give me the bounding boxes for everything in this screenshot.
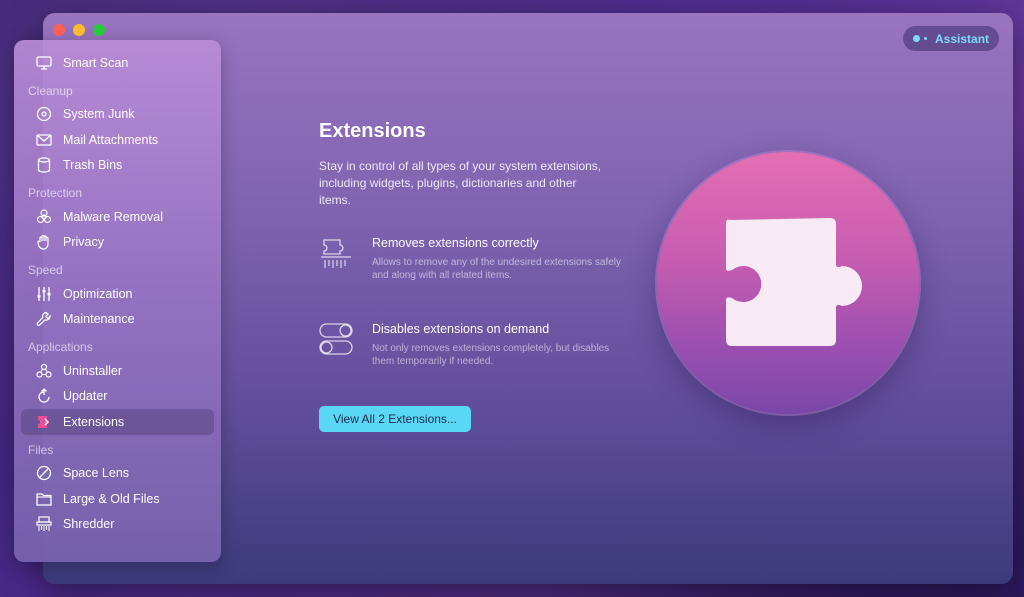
- mail-icon: [35, 131, 53, 149]
- sidebar-item-updater[interactable]: Updater: [21, 384, 214, 410]
- assistant-button[interactable]: Assistant: [903, 26, 999, 51]
- puzzle-piece-icon: [726, 218, 862, 346]
- section-header-protection: Protection: [28, 186, 83, 200]
- section-header-speed: Speed: [28, 263, 63, 277]
- sidebar-item-label: Maintenance: [63, 312, 135, 327]
- updater-icon: [35, 387, 53, 405]
- close-button[interactable]: [53, 24, 65, 36]
- sidebar-item-system-junk[interactable]: System Junk: [21, 102, 214, 128]
- extensions-icon: [35, 413, 53, 431]
- section-header-applications: Applications: [28, 340, 93, 354]
- section-header-cleanup: Cleanup: [28, 83, 73, 98]
- sidebar-item-label: Large & Old Files: [63, 491, 160, 506]
- sidebar-item-label: Smart Scan: [63, 55, 129, 70]
- sidebar-item-smart-scan[interactable]: Smart Scan: [21, 50, 214, 76]
- sliders-icon: [35, 285, 53, 303]
- folder-icon: [35, 490, 53, 508]
- sidebar-item-optimization[interactable]: Optimization: [21, 281, 214, 307]
- sidebar-item-space-lens[interactable]: Space Lens: [21, 461, 214, 487]
- sidebar-item-extensions[interactable]: Extensions: [21, 409, 214, 435]
- minimize-button[interactable]: [73, 24, 85, 36]
- sidebar-item-maintenance[interactable]: Maintenance: [21, 307, 214, 333]
- assistant-label: Assistant: [935, 31, 990, 46]
- disk-icon: [35, 105, 53, 123]
- hero-circle: [657, 152, 919, 414]
- sidebar-item-label: Shredder: [63, 517, 115, 532]
- sidebar-item-label: Updater: [63, 389, 108, 404]
- sidebar-item-label: Malware Removal: [63, 209, 164, 224]
- wrench-icon: [35, 310, 53, 328]
- feature-title: Removes extensions correctly: [372, 236, 539, 250]
- page-description: Stay in control of all types of your sys…: [319, 159, 602, 207]
- section-header-files: Files: [28, 442, 54, 457]
- sidebar-item-trash-bins[interactable]: Trash Bins: [21, 153, 214, 179]
- feature-description: Allows to remove any of the undesired ex…: [372, 257, 622, 281]
- sidebar-item-label: Privacy: [63, 235, 104, 250]
- page-title: Extensions: [319, 120, 426, 142]
- sidebar-item-large-old-files[interactable]: Large & Old Files: [21, 486, 214, 512]
- feature-description: Not only removes extensions completely, …: [372, 343, 610, 367]
- sidebar-item-malware-removal[interactable]: Malware Removal: [21, 204, 214, 230]
- uninstaller-icon: [35, 362, 53, 380]
- shred-puzzle-icon: [319, 236, 355, 272]
- main-content: Extensions Stay in control of all types …: [319, 120, 639, 209]
- feature-title: Disables extensions on demand: [372, 322, 550, 336]
- assistant-small-dot-icon: [924, 37, 927, 40]
- shredder-icon: [35, 515, 53, 533]
- sidebar-item-label: Trash Bins: [63, 158, 123, 173]
- sidebar-item-privacy[interactable]: Privacy: [21, 230, 214, 256]
- biohazard-icon: [35, 208, 53, 226]
- toggle-icon: [319, 322, 355, 358]
- trash-icon: [35, 156, 53, 174]
- sidebar-item-label: Uninstaller: [63, 363, 123, 378]
- monitor-icon: [35, 54, 53, 72]
- window-controls: [53, 24, 105, 36]
- sidebar-item-label: Extensions: [63, 414, 125, 429]
- sidebar-item-label: Space Lens: [63, 466, 130, 481]
- assistant-dot-icon: [913, 35, 920, 42]
- view-all-extensions-button[interactable]: View All 2 Extensions...: [319, 406, 471, 432]
- maximize-button[interactable]: [93, 24, 105, 36]
- sidebar: Smart Scan Cleanup System Junk Mail Atta…: [14, 40, 221, 562]
- sidebar-item-label: System Junk: [63, 107, 135, 122]
- lens-icon: [35, 464, 53, 482]
- sidebar-item-uninstaller[interactable]: Uninstaller: [21, 358, 214, 384]
- sidebar-item-label: Optimization: [63, 286, 133, 301]
- sidebar-item-mail-attachments[interactable]: Mail Attachments: [21, 127, 214, 153]
- hand-icon: [35, 233, 53, 251]
- sidebar-item-shredder[interactable]: Shredder: [21, 512, 214, 538]
- sidebar-item-label: Mail Attachments: [63, 132, 159, 147]
